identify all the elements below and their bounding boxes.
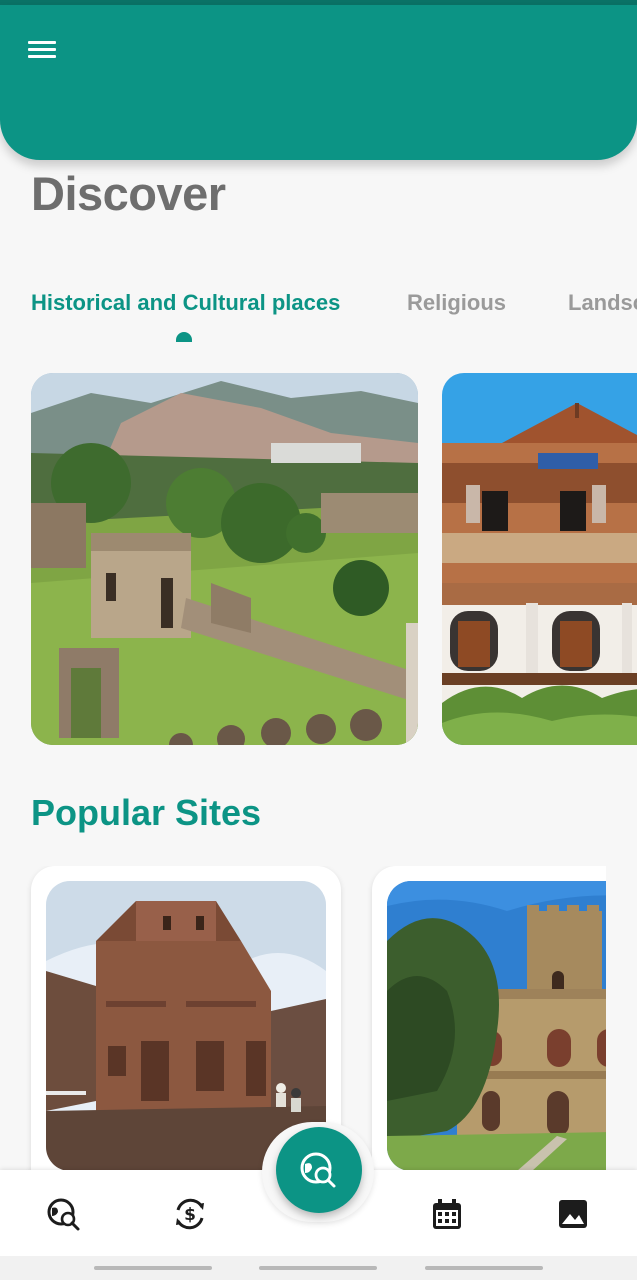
app-bar <box>0 5 637 160</box>
site-card-gondar[interactable] <box>372 866 606 1170</box>
featured-card-house[interactable] <box>442 373 637 745</box>
gesture-pill[interactable] <box>425 1266 543 1270</box>
site-image-wrapper <box>387 881 606 1170</box>
calendar-icon[interactable] <box>427 1194 467 1234</box>
tab-landscapes[interactable]: Landscapes <box>568 290 637 316</box>
featured-carousel[interactable] <box>0 373 637 745</box>
hamburger-menu-icon[interactable] <box>26 37 60 63</box>
gesture-pill[interactable] <box>259 1266 377 1270</box>
featured-card-castle[interactable] <box>31 373 418 745</box>
svg-text:$: $ <box>184 1205 196 1225</box>
explore-icon[interactable] <box>44 1194 84 1234</box>
active-tab-indicator <box>176 332 192 342</box>
castle-tower-image <box>387 881 606 1170</box>
page-title: Discover <box>31 167 226 220</box>
gesture-navigation-bar <box>0 1256 637 1280</box>
castle-landscape-image <box>31 373 418 745</box>
tab-religious[interactable]: Religious <box>407 290 506 316</box>
currency-exchange-icon[interactable]: $ <box>170 1194 210 1234</box>
gallery-icon[interactable] <box>553 1194 593 1234</box>
tab-historical-cultural[interactable]: Historical and Cultural places <box>31 290 340 316</box>
explore-fab-button[interactable] <box>276 1127 362 1213</box>
ornate-house-image <box>442 373 637 745</box>
gesture-pill[interactable] <box>94 1266 212 1270</box>
popular-sites-title: Popular Sites <box>31 792 262 833</box>
category-tabs: Historical and Cultural places Religious… <box>31 290 637 346</box>
explore-fab-icon <box>300 1152 336 1188</box>
